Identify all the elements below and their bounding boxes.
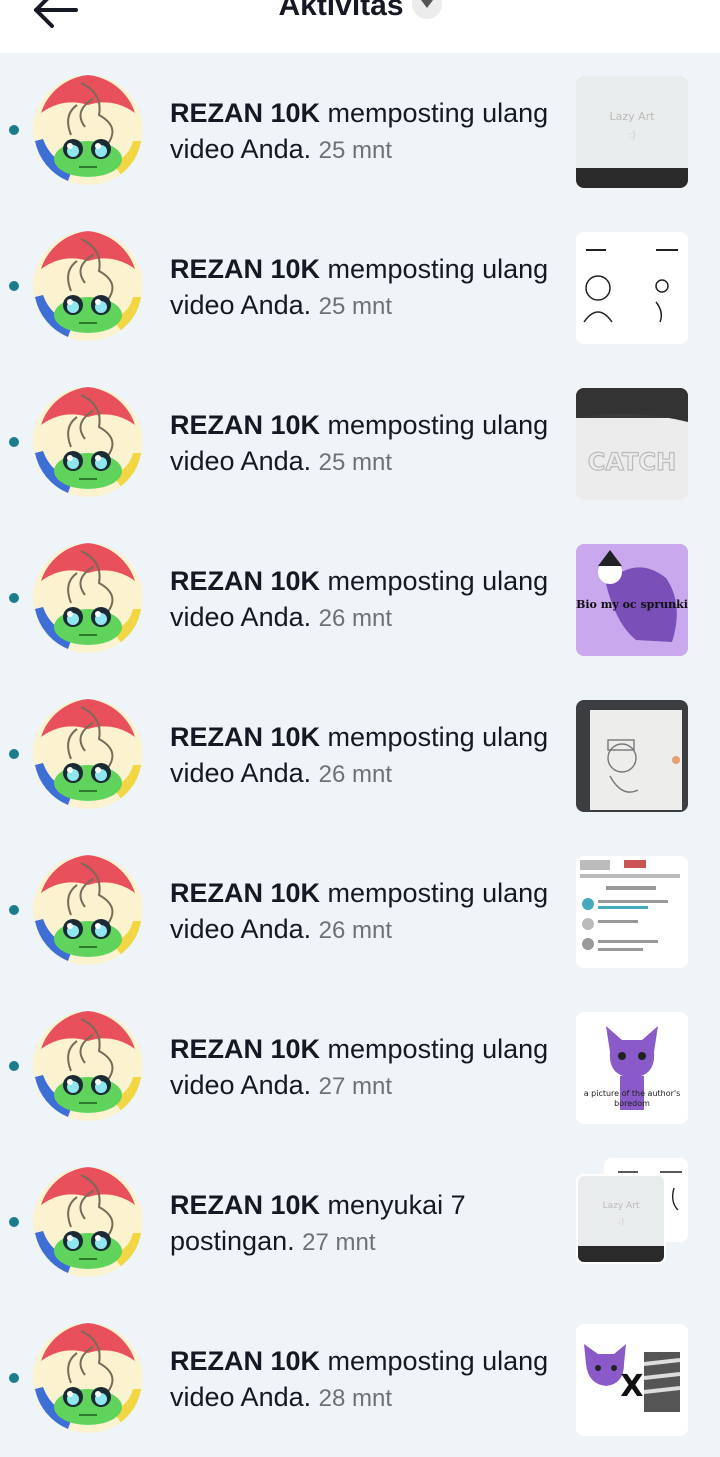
unread-dot	[9, 905, 19, 915]
username[interactable]: REZAN 10K	[170, 1346, 320, 1376]
timestamp: 27 mnt	[318, 1073, 393, 1100]
notification-text: REZAN 10K memposting ulang video Anda. 2…	[170, 407, 560, 481]
notification-item[interactable]: REZAN 10K memposting ulang video Anda. 2…	[0, 209, 720, 365]
username[interactable]: REZAN 10K	[170, 1190, 320, 1220]
top-bar: Aktivitas	[0, 0, 720, 53]
video-thumbnail-purple-cat[interactable]: a picture of the author's boredom	[576, 1012, 688, 1124]
notification-item[interactable]: REZAN 10K memposting ulang video Anda. 2…	[0, 989, 720, 1145]
notification-item[interactable]: REZAN 10K memposting ulang video Anda. 2…	[0, 521, 720, 677]
avatar[interactable]	[33, 1011, 143, 1121]
notification-item[interactable]: REZAN 10K memposting ulang video Anda. 2…	[0, 365, 720, 521]
video-thumbnail-sketch-paper[interactable]	[576, 700, 688, 812]
username[interactable]: REZAN 10K	[170, 722, 320, 752]
unread-dot	[9, 281, 19, 291]
notification-text: REZAN 10K menyukai 7 postingan. 27 mnt	[170, 1187, 560, 1261]
activity-list: REZAN 10K memposting ulang video Anda. 2…	[0, 53, 720, 1457]
svg-text:a picture of the author's: a picture of the author's	[584, 1089, 681, 1098]
timestamp: 25 mnt	[318, 449, 393, 476]
timestamp: 26 mnt	[318, 917, 393, 944]
notification-item[interactable]: REZAN 10K memposting ulang video Anda. 2…	[0, 53, 720, 209]
notification-text: REZAN 10K memposting ulang video Anda. 2…	[170, 95, 560, 169]
video-thumbnail-sketch-duo[interactable]	[576, 232, 688, 344]
timestamp: 25 mnt	[318, 293, 393, 320]
avatar[interactable]	[33, 1323, 143, 1433]
avatar[interactable]	[33, 543, 143, 653]
unread-dot	[9, 125, 19, 135]
video-thumbnail-catch[interactable]: CATCH	[576, 388, 688, 500]
username[interactable]: REZAN 10K	[170, 410, 320, 440]
page-title: Aktivitas	[278, 0, 404, 22]
svg-text:boredom: boredom	[614, 1099, 650, 1108]
avatar[interactable]	[33, 1167, 143, 1277]
svg-text::): :)	[628, 130, 635, 141]
video-thumbnail-purple-oc[interactable]: Bio my oc sprunki	[576, 544, 688, 656]
notification-item[interactable]: REZAN 10K memposting ulang video Anda. 2…	[0, 1301, 720, 1457]
timestamp: 26 mnt	[318, 761, 393, 788]
svg-text:Bio my oc sprunki: Bio my oc sprunki	[576, 598, 688, 611]
timestamp: 27 mnt	[302, 1229, 376, 1256]
avatar[interactable]	[33, 75, 143, 185]
avatar[interactable]	[33, 231, 143, 341]
video-thumbnail-lazy-art[interactable]: Lazy Art:)	[576, 76, 688, 188]
notification-item[interactable]: REZAN 10K memposting ulang video Anda. 2…	[0, 833, 720, 989]
username[interactable]: REZAN 10K	[170, 566, 320, 596]
caret-down-icon[interactable]	[411, 0, 442, 20]
notification-item[interactable]: REZAN 10K menyukai 7 postingan. 27 mnt L…	[0, 1145, 720, 1301]
timestamp: 25 mnt	[318, 137, 393, 164]
notification-text: REZAN 10K memposting ulang video Anda. 2…	[170, 1343, 560, 1417]
unread-dot	[9, 1373, 19, 1383]
notification-text: REZAN 10K memposting ulang video Anda. 2…	[170, 719, 560, 793]
notification-text: REZAN 10K memposting ulang video Anda. 2…	[170, 563, 560, 637]
avatar[interactable]	[33, 387, 143, 497]
username[interactable]: REZAN 10K	[170, 98, 320, 128]
svg-text:Lazy Art: Lazy Art	[603, 1201, 640, 1211]
activity-title-dropdown[interactable]: Aktivitas	[0, 0, 720, 26]
notification-text: REZAN 10K memposting ulang video Anda. 2…	[170, 251, 560, 325]
svg-text::): :)	[618, 1217, 625, 1227]
notification-text: REZAN 10K memposting ulang video Anda. 2…	[170, 1031, 560, 1105]
username[interactable]: REZAN 10K	[170, 254, 320, 284]
unread-dot	[9, 1061, 19, 1071]
notification-item[interactable]: REZAN 10K memposting ulang video Anda. 2…	[0, 677, 720, 833]
unread-dot	[9, 437, 19, 447]
unread-dot	[9, 749, 19, 759]
unread-dot	[9, 1217, 19, 1227]
username[interactable]: REZAN 10K	[170, 878, 320, 908]
svg-text:CATCH: CATCH	[588, 448, 676, 476]
timestamp: 26 mnt	[318, 605, 393, 632]
video-thumbnail-comments[interactable]	[576, 856, 688, 968]
video-thumbnail-stack[interactable]: Lazy Art:)	[576, 1158, 688, 1280]
avatar[interactable]	[33, 855, 143, 965]
svg-text:Lazy Art: Lazy Art	[609, 110, 655, 123]
svg-text:X: X	[620, 1369, 643, 1404]
unread-dot	[9, 593, 19, 603]
timestamp: 28 mnt	[318, 1385, 393, 1412]
notification-text: REZAN 10K memposting ulang video Anda. 2…	[170, 875, 560, 949]
video-thumbnail-purple-x[interactable]: X	[576, 1324, 688, 1436]
avatar[interactable]	[33, 699, 143, 809]
username[interactable]: REZAN 10K	[170, 1034, 320, 1064]
